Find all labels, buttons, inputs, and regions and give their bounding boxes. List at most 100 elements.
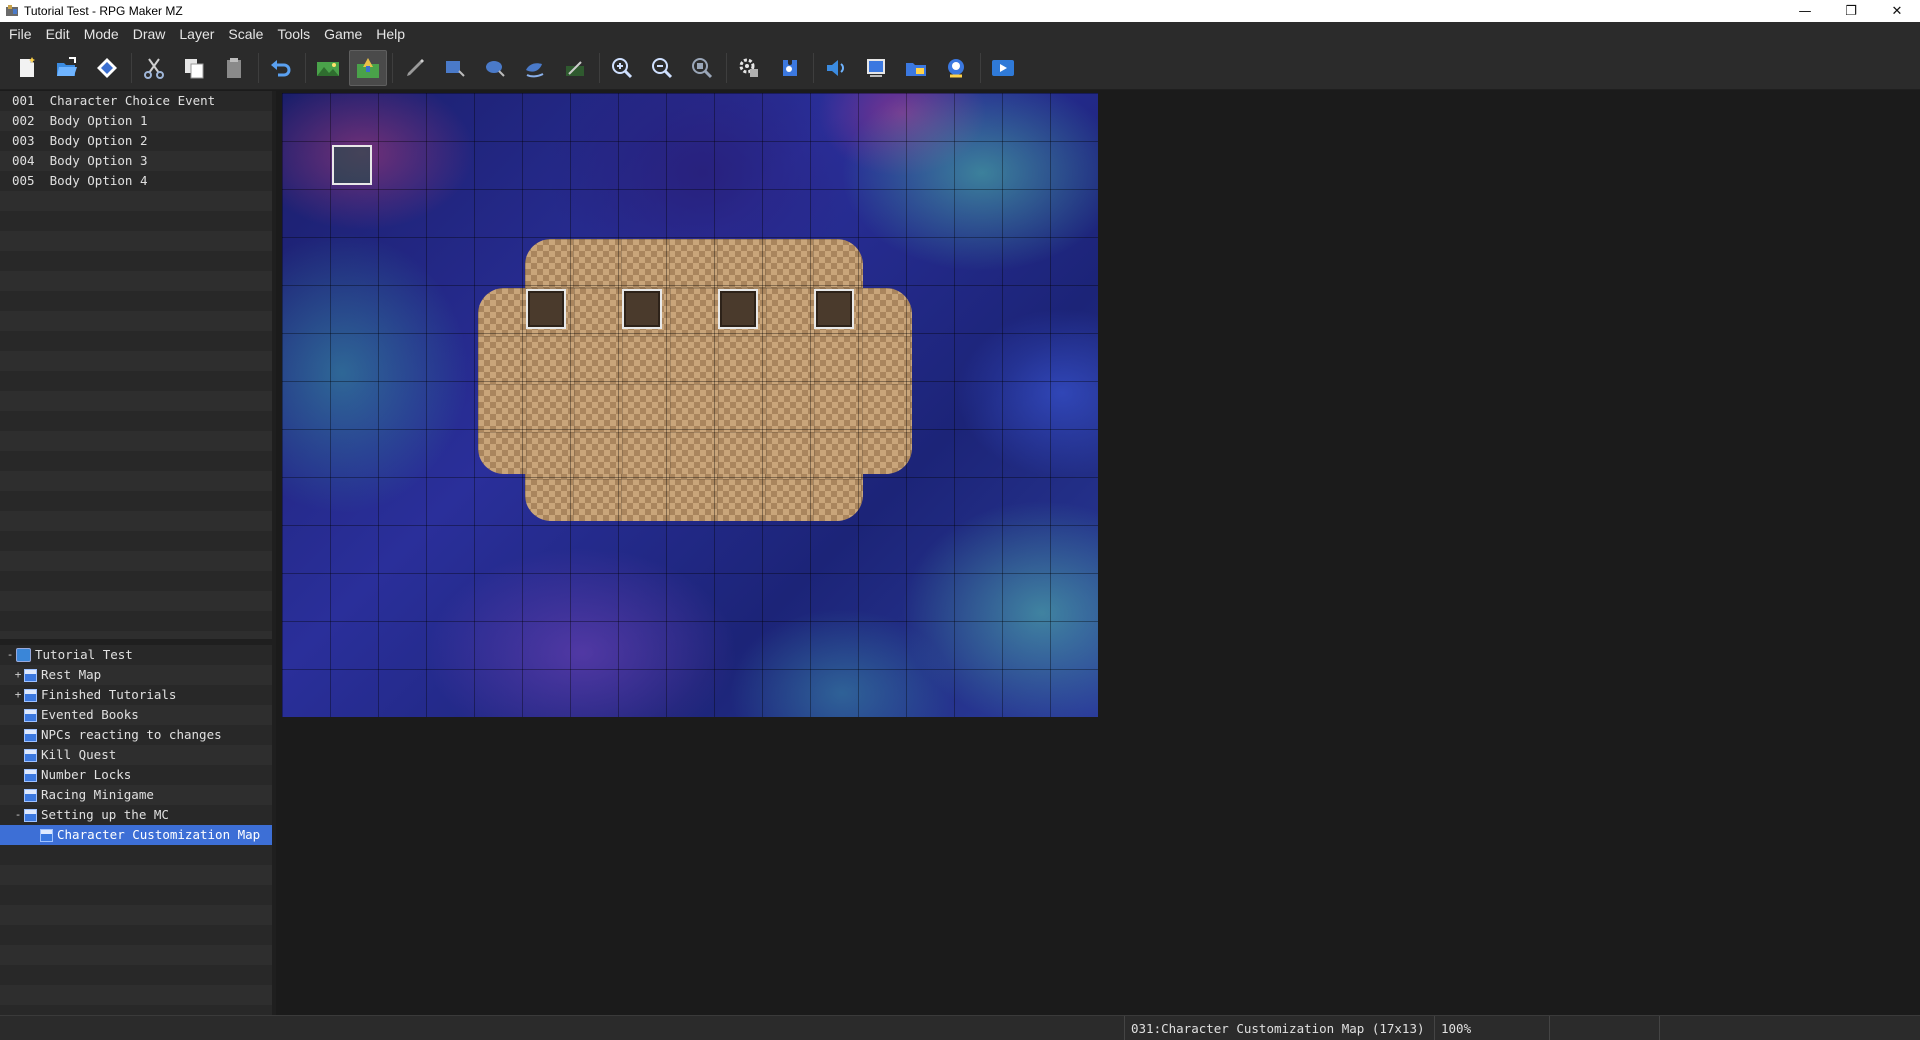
copy-icon [185,58,204,78]
event-name: Body Option 3 [49,153,148,168]
event-id: 004 [12,153,35,168]
menu-tools[interactable]: Tools [270,22,317,46]
empty-row [0,251,272,271]
map-icon [24,768,37,782]
toolbar-separator [599,52,600,83]
tree-item-evented-books[interactable]: Evented Books [0,705,272,725]
rectangle-icon [446,60,465,77]
tree-item-character-customization-map[interactable]: Character Customization Map [0,825,272,845]
tree-item-rest-map[interactable]: + Rest Map [0,665,272,685]
tree-item-label: Kill Quest [41,747,117,762]
menu-edit[interactable]: Edit [39,22,77,46]
zoom-in-icon [612,57,633,78]
event-list-item[interactable]: 001 Character Choice Event [0,91,272,111]
pencil-button[interactable] [396,50,434,86]
save-project-button[interactable] [88,50,126,86]
copy-button[interactable] [175,50,213,86]
event-id: 001 [12,93,35,108]
menu-game[interactable]: Game [317,22,369,46]
plugin-manager-button[interactable] [770,50,808,86]
status-zoom: 100% [1434,1016,1549,1040]
event-name: Body Option 2 [49,133,148,148]
empty-row [0,331,272,351]
restore-button[interactable]: ❐ [1828,0,1874,22]
ellipse-icon [486,60,505,77]
tree-item-setting-up-mc[interactable]: - Setting up the MC [0,805,272,825]
new-project-button[interactable] [8,50,46,86]
tree-item-npcs-reacting[interactable]: NPCs reacting to changes [0,725,272,745]
toolbar-separator [305,52,306,83]
menu-layer[interactable]: Layer [172,22,221,46]
menu-scale[interactable]: Scale [221,22,270,46]
sound-test-button[interactable] [817,50,855,86]
map-icon [24,748,37,762]
event-mode-button[interactable] [349,49,387,86]
sound-test-icon [827,59,844,76]
actual-size-icon [692,57,713,78]
tree-item-number-locks[interactable]: Number Locks [0,765,272,785]
map-canvas[interactable] [282,93,1098,717]
tree-item-label: NPCs reacting to changes [41,727,222,742]
pencil-icon [407,58,424,76]
empty-row [0,351,272,371]
save-project-icon [97,57,117,78]
empty-row [0,271,272,291]
empty-row [0,311,272,331]
empty-row [0,1005,272,1015]
zoom-in-button[interactable] [603,50,641,86]
database-button[interactable] [730,50,768,86]
close-button[interactable]: ✕ [1874,0,1920,22]
empty-row [0,965,272,985]
empty-row [0,611,272,631]
zoom-out-button[interactable] [643,50,681,86]
empty-row [0,191,272,211]
event-list-item[interactable]: 005 Body Option 4 [0,171,272,191]
empty-row [0,865,272,885]
ellipse-button[interactable] [476,50,514,86]
map-icon [24,728,37,742]
event-list-item[interactable]: 003 Body Option 2 [0,131,272,151]
tree-item-finished-tutorials[interactable]: + Finished Tutorials [0,685,272,705]
tree-item-label: Finished Tutorials [41,687,177,702]
map-editor-area[interactable] [280,91,1920,1015]
paste-button[interactable] [215,50,253,86]
new-project-icon [20,56,35,77]
expand-toggle[interactable]: + [12,685,24,705]
tree-item-kill-quest[interactable]: Kill Quest [0,745,272,765]
menu-mode[interactable]: Mode [77,22,126,46]
event-list-item[interactable]: 004 Body Option 3 [0,151,272,171]
status-empty-2 [1659,1016,1920,1040]
empty-row [0,885,272,905]
empty-row [0,905,272,925]
map-mode-icon [317,61,339,76]
undo-icon [271,59,291,76]
menu-file[interactable]: File [2,22,39,46]
flood-fill-button[interactable] [516,50,554,86]
playtest-button[interactable] [984,50,1022,86]
cut-button[interactable] [135,50,173,86]
tree-item-label: Number Locks [41,767,132,782]
playtest-icon [992,59,1014,76]
shadow-pen-button[interactable] [556,50,594,86]
undo-button[interactable] [262,50,300,86]
empty-row [0,411,272,431]
resource-manager-button[interactable] [897,50,935,86]
actual-size-button[interactable] [683,50,721,86]
tree-item-label: Character Customization Map [57,827,261,842]
open-project-button[interactable] [48,50,86,86]
menu-draw[interactable]: Draw [126,22,173,46]
collapse-toggle[interactable]: - [12,805,24,825]
character-generator-button[interactable] [937,50,975,86]
tree-item-tutorial-test[interactable]: - Tutorial Test [0,645,272,665]
rectangle-button[interactable] [436,50,474,86]
menu-help[interactable]: Help [369,22,412,46]
tree-item-racing-minigame[interactable]: Racing Minigame [0,785,272,805]
toolbar-separator [980,52,981,83]
expand-toggle[interactable]: + [12,665,24,685]
map-mode-button[interactable] [309,50,347,86]
collapse-toggle[interactable]: - [4,645,16,665]
minimize-button[interactable]: — [1782,0,1828,22]
event-list-item[interactable]: 002 Body Option 1 [0,111,272,131]
empty-row [0,211,272,231]
event-searcher-button[interactable] [857,50,895,86]
